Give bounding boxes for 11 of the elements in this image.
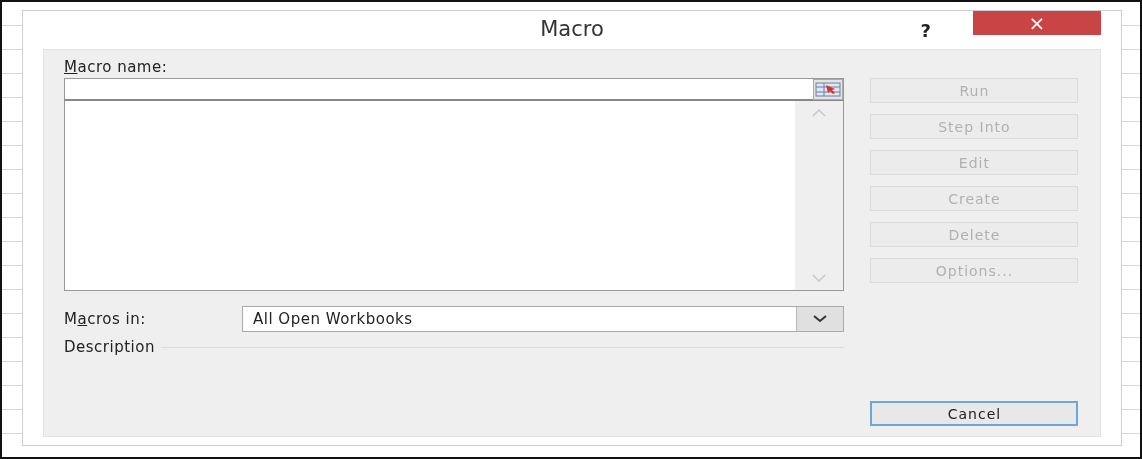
macro-name-label: Macro name: — [64, 58, 169, 76]
macros-in-label: Macros in: — [64, 310, 147, 328]
table-arrow-icon[interactable] — [813, 79, 844, 100]
macros-in-dropdown[interactable]: All Open Workbooks — [242, 306, 845, 332]
help-button[interactable]: ? — [920, 19, 931, 41]
window-title: Macro — [540, 17, 604, 41]
chevron-down-icon[interactable] — [813, 315, 828, 323]
description-label: Description — [64, 338, 155, 356]
cancel-button[interactable]: Cancel — [870, 401, 1079, 426]
close-button[interactable]: × — [973, 11, 1101, 35]
macro-name-field[interactable] — [64, 78, 845, 101]
